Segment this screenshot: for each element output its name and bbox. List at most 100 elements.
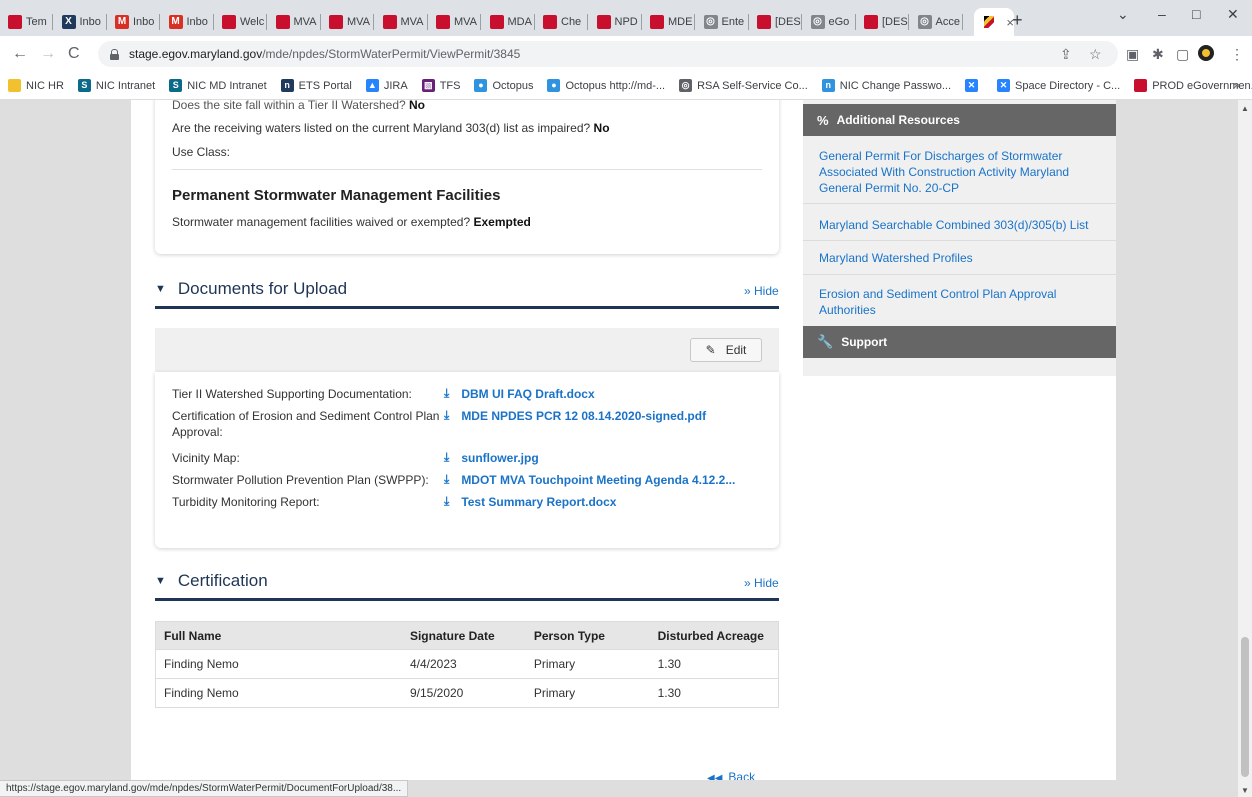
confluence-icon: ✕ xyxy=(965,79,979,92)
bookmarks-bar: NIC HR S NIC Intranet S NIC MD Intranet n ETS … xyxy=(0,72,1252,100)
tab-16[interactable]: [DES xyxy=(856,8,909,36)
tab-1[interactable]: X Inbo xyxy=(54,8,107,36)
mde-icon xyxy=(650,15,664,29)
new-tab-button[interactable]: + xyxy=(1012,10,1023,31)
edit-button[interactable]: ✎ Edit xyxy=(690,338,762,362)
resource-link[interactable]: General Permit For Discharges of Stormwa… xyxy=(819,148,1077,196)
mde-icon xyxy=(275,15,290,29)
tab-17[interactable]: ◎ Acce xyxy=(910,8,963,36)
download-icon: ⤓ xyxy=(444,494,450,508)
tab-label: Inbo xyxy=(79,16,101,28)
bookmark-label: NIC Intranet xyxy=(95,79,156,92)
tab-label: MDA xyxy=(507,16,532,28)
bookmark-4[interactable]: ▲ JIRA xyxy=(365,79,408,92)
table-cell: 1.30 xyxy=(649,649,779,679)
tab-4[interactable]: Welc xyxy=(214,8,267,36)
tab-active[interactable]: × xyxy=(974,8,1014,36)
resources-title: Additional Resources xyxy=(836,113,960,127)
document-download-link[interactable]: ⤓ sunflower.jpg xyxy=(444,450,539,465)
browser-toolbar: ← → C stage.egov.maryland.gov/mde/npdes/… xyxy=(0,36,1252,72)
maximize-button[interactable]: □ xyxy=(1192,6,1200,22)
bookmark-10[interactable]: ✕ xyxy=(965,79,983,92)
document-download-link[interactable]: ⤓ DBM UI FAQ Draft.docx xyxy=(444,386,595,401)
resource-divider xyxy=(803,240,1116,241)
table-cell: Finding Nemo xyxy=(155,678,402,708)
tab-14[interactable]: [DES xyxy=(749,8,802,36)
support-header[interactable]: 🔧 Support xyxy=(803,326,1116,358)
back-arrow-icon[interactable]: ← xyxy=(12,45,28,63)
bookmark-11[interactable]: ✕ Space Directory - C... xyxy=(997,79,1120,92)
globe-icon: ◎ xyxy=(810,15,825,29)
side-panel-icon[interactable]: ▢ xyxy=(1176,46,1189,63)
bookmark-label: NIC MD Intranet xyxy=(187,79,267,92)
table-header-row: Full Name Signature Date Person Type Distur… xyxy=(155,621,779,650)
tab-7[interactable]: MVA xyxy=(375,8,428,36)
table-cell: Primary xyxy=(525,678,650,708)
documents-hide-link[interactable]: » Hide xyxy=(744,284,779,298)
tab-10[interactable]: Che xyxy=(535,8,588,36)
link-icon: % xyxy=(817,112,829,128)
forward-arrow-icon[interactable]: → xyxy=(40,45,56,63)
resource-link[interactable]: Maryland Watershed Profiles xyxy=(819,250,1104,266)
document-download-link[interactable]: ⤓ Test Summary Report.docx xyxy=(444,494,616,509)
page-scrollbar[interactable]: ▲ ▼ xyxy=(1238,100,1252,797)
tab-8[interactable]: MVA xyxy=(428,8,481,36)
tab-label: Inbo xyxy=(133,16,155,28)
tab-12[interactable]: MDE xyxy=(642,8,695,36)
column-header: Disturbed Acreage xyxy=(649,621,779,650)
scrollbar-thumb[interactable] xyxy=(1241,637,1249,777)
tab-9[interactable]: MDA xyxy=(482,8,535,36)
bookmarks-overflow-icon[interactable]: » xyxy=(1233,78,1240,92)
tab-6[interactable]: MVA xyxy=(321,8,374,36)
resource-link[interactable]: Maryland Searchable Combined 303(d)/305(… xyxy=(819,217,1104,233)
extension-icon[interactable]: ▣ xyxy=(1126,46,1139,63)
certification-hide-link[interactable]: » Hide xyxy=(744,576,779,590)
bookmark-label: Octopus xyxy=(492,79,534,92)
bookmark-7[interactable]: ● Octopus http://md-... xyxy=(547,79,665,92)
document-label: Vicinity Map: xyxy=(172,451,240,465)
share-icon[interactable]: ⇪ xyxy=(1060,46,1072,63)
document-download-link[interactable]: ⤓ MDE NPDES PCR 12 08.14.2020-signed.pdf xyxy=(444,408,706,423)
documents-title-text: Documents for Upload xyxy=(177,279,348,298)
gmail-icon: M xyxy=(168,15,183,29)
bookmark-label: Space Directory - C... xyxy=(1015,79,1121,92)
bookmark-star-icon[interactable]: ☆ xyxy=(1089,46,1102,63)
profile-avatar[interactable] xyxy=(1198,45,1214,61)
extensions-puzzle-icon[interactable]: ✱ xyxy=(1152,46,1164,63)
tab-3[interactable]: M Inbo xyxy=(161,8,214,36)
tab-15[interactable]: ◎ eGo xyxy=(803,8,856,36)
tab-13[interactable]: ◎ Ente xyxy=(696,8,749,36)
certification-section-title[interactable]: ▼ Certification xyxy=(155,571,268,591)
bookmark-2[interactable]: S NIC MD Intranet xyxy=(169,79,267,92)
tab-11[interactable]: NPD xyxy=(589,8,642,36)
reload-icon[interactable]: C xyxy=(68,45,80,63)
download-icon: ⤓ xyxy=(444,386,450,400)
document-label: Certification of Erosion and Sediment Co… xyxy=(172,409,440,439)
back-link[interactable]: ◀◀ Back xyxy=(707,770,755,780)
scroll-up-arrow-icon[interactable]: ▲ xyxy=(1241,104,1249,113)
document-download-link[interactable]: ⤓ MDOT MVA Touchpoint Meeting Agenda 4.12… xyxy=(444,472,735,487)
address-bar[interactable]: stage.egov.maryland.gov/mde/npdes/StormW… xyxy=(98,41,1118,67)
bookmark-9[interactable]: n NIC Change Passwo... xyxy=(821,79,951,92)
table-row: Finding Nemo 9/15/2020 Primary 1.30 xyxy=(155,678,779,708)
menu-icon[interactable]: ⋮ xyxy=(1230,46,1244,63)
minimize-button[interactable]: – xyxy=(1158,6,1166,22)
tab-0[interactable]: Tem xyxy=(0,8,53,36)
bookmark-1[interactable]: S NIC Intranet xyxy=(77,79,156,92)
tab-5[interactable]: MVA xyxy=(268,8,321,36)
bookmark-label: TFS xyxy=(439,79,461,92)
documents-section-title[interactable]: ▼ Documents for Upload xyxy=(155,279,347,299)
resource-link[interactable]: Erosion and Sediment Control Plan Approv… xyxy=(819,286,1079,318)
close-window-button[interactable]: ✕ xyxy=(1227,6,1239,23)
bookmark-3[interactable]: n ETS Portal xyxy=(280,79,352,92)
bookmark-6[interactable]: ● Octopus xyxy=(474,79,533,92)
tab-2[interactable]: M Inbo xyxy=(107,8,160,36)
table-cell: Primary xyxy=(525,649,650,679)
bookmark-8[interactable]: ◎ RSA Self-Service Co... xyxy=(679,79,808,92)
scroll-down-arrow-icon[interactable]: ▼ xyxy=(1241,786,1249,795)
mde-icon xyxy=(436,15,450,29)
bookmark-5[interactable]: ▧ TFS xyxy=(421,79,461,92)
collapse-caret-icon: ▼ xyxy=(155,575,166,587)
bookmark-0[interactable]: NIC HR xyxy=(8,79,64,92)
tab-search-icon[interactable]: ⌄ xyxy=(1117,6,1129,23)
